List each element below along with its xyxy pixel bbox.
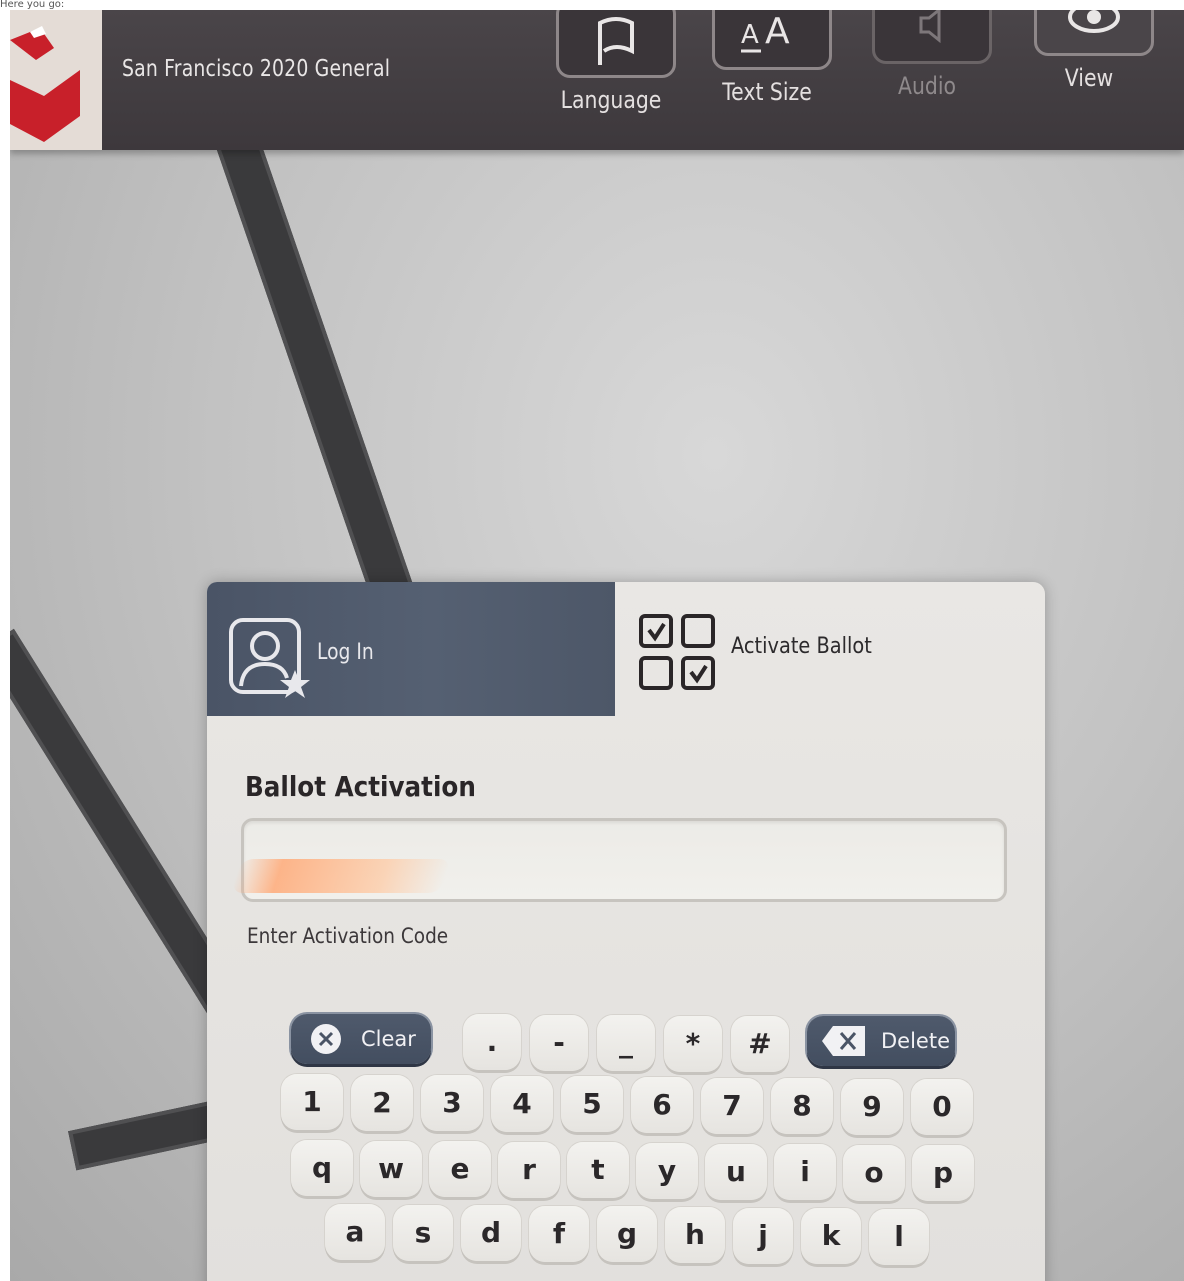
- symbol-key[interactable]: #: [731, 1016, 789, 1073]
- letter-key[interactable]: r: [498, 1141, 560, 1198]
- language-button[interactable]: Language: [536, 10, 686, 130]
- tab-login[interactable]: Log In: [207, 582, 615, 716]
- digit-key[interactable]: 6: [631, 1077, 693, 1133]
- digit-key[interactable]: 4: [491, 1075, 553, 1132]
- letter-key[interactable]: p: [912, 1145, 974, 1202]
- tab-login-label: Log In: [317, 640, 374, 665]
- input-hint: Enter Activation Code: [247, 924, 449, 948]
- letter-key[interactable]: y: [636, 1143, 698, 1199]
- letter-key[interactable]: e: [429, 1141, 491, 1198]
- digit-key[interactable]: 2: [351, 1074, 413, 1131]
- digit-key[interactable]: 9: [841, 1078, 903, 1135]
- letter-key[interactable]: u: [705, 1143, 767, 1200]
- delete-button[interactable]: Delete: [807, 1016, 955, 1066]
- letter-key[interactable]: l: [869, 1208, 929, 1265]
- digit-key[interactable]: 0: [911, 1079, 973, 1136]
- flag-icon: [556, 10, 676, 78]
- letter-key[interactable]: s: [393, 1204, 453, 1261]
- backspace-icon: [822, 1026, 865, 1056]
- text-size-button[interactable]: A A Text Size: [692, 10, 842, 122]
- logo-icon: [10, 26, 80, 142]
- clear-button[interactable]: Clear: [291, 1014, 431, 1064]
- form-heading: Ballot Activation: [245, 770, 476, 803]
- letter-key[interactable]: w: [360, 1140, 422, 1197]
- audio-icon: [872, 10, 992, 64]
- tab-activate-ballot[interactable]: Activate Ballot: [615, 582, 1045, 716]
- close-circle-icon: [311, 1024, 341, 1054]
- audio-button[interactable]: Audio: [852, 10, 1002, 116]
- view-label: View: [1064, 64, 1114, 92]
- clear-label: Clear: [361, 1027, 416, 1051]
- letter-key[interactable]: j: [733, 1207, 793, 1264]
- logo: [10, 10, 102, 150]
- language-label: Language: [560, 86, 662, 114]
- svg-text:A: A: [741, 20, 759, 50]
- checkbox-grid-icon: [639, 614, 715, 690]
- letter-key[interactable]: q: [291, 1140, 353, 1196]
- letter-key[interactable]: k: [801, 1208, 861, 1265]
- screen-glare: [230, 859, 452, 893]
- letter-key[interactable]: d: [461, 1205, 521, 1262]
- tab-activate-label: Activate Ballot: [731, 634, 872, 659]
- caption-text: Here you go:: [0, 0, 65, 10]
- digit-key[interactable]: 3: [421, 1075, 483, 1132]
- digit-key[interactable]: 7: [701, 1077, 763, 1134]
- letter-key[interactable]: t: [567, 1142, 629, 1199]
- svg-text:A: A: [765, 11, 790, 52]
- letter-key[interactable]: a: [325, 1204, 385, 1260]
- digit-key[interactable]: 1: [281, 1074, 343, 1130]
- header-bar: San Francisco 2020 General Language A A …: [10, 10, 1184, 150]
- photo: San Francisco 2020 General Language A A …: [10, 10, 1184, 1281]
- letter-key[interactable]: i: [774, 1144, 836, 1201]
- text-size-icon: A A: [712, 10, 832, 70]
- activation-panel: Log In Activate Ballot Ballot Activation…: [207, 582, 1045, 1281]
- letter-key[interactable]: f: [529, 1205, 589, 1262]
- letter-key[interactable]: h: [665, 1207, 725, 1263]
- view-button[interactable]: View: [1014, 10, 1164, 108]
- text-size-label: Text Size: [722, 78, 812, 106]
- activation-code-input[interactable]: [230, 818, 1007, 902]
- symbol-key[interactable]: .: [463, 1014, 521, 1070]
- digit-key[interactable]: 8: [771, 1078, 833, 1135]
- letter-key[interactable]: g: [597, 1206, 657, 1263]
- eye-icon: [1034, 10, 1154, 56]
- delete-label: Delete: [881, 1029, 950, 1053]
- symbol-key[interactable]: _: [597, 1015, 655, 1072]
- digit-key[interactable]: 5: [561, 1076, 623, 1133]
- letter-key[interactable]: o: [843, 1144, 905, 1201]
- symbol-key[interactable]: -: [530, 1014, 588, 1071]
- symbol-key[interactable]: *: [664, 1015, 722, 1072]
- audio-label: Audio: [898, 72, 956, 100]
- election-title: San Francisco 2020 General: [122, 56, 391, 82]
- user-star-icon: [229, 618, 310, 698]
